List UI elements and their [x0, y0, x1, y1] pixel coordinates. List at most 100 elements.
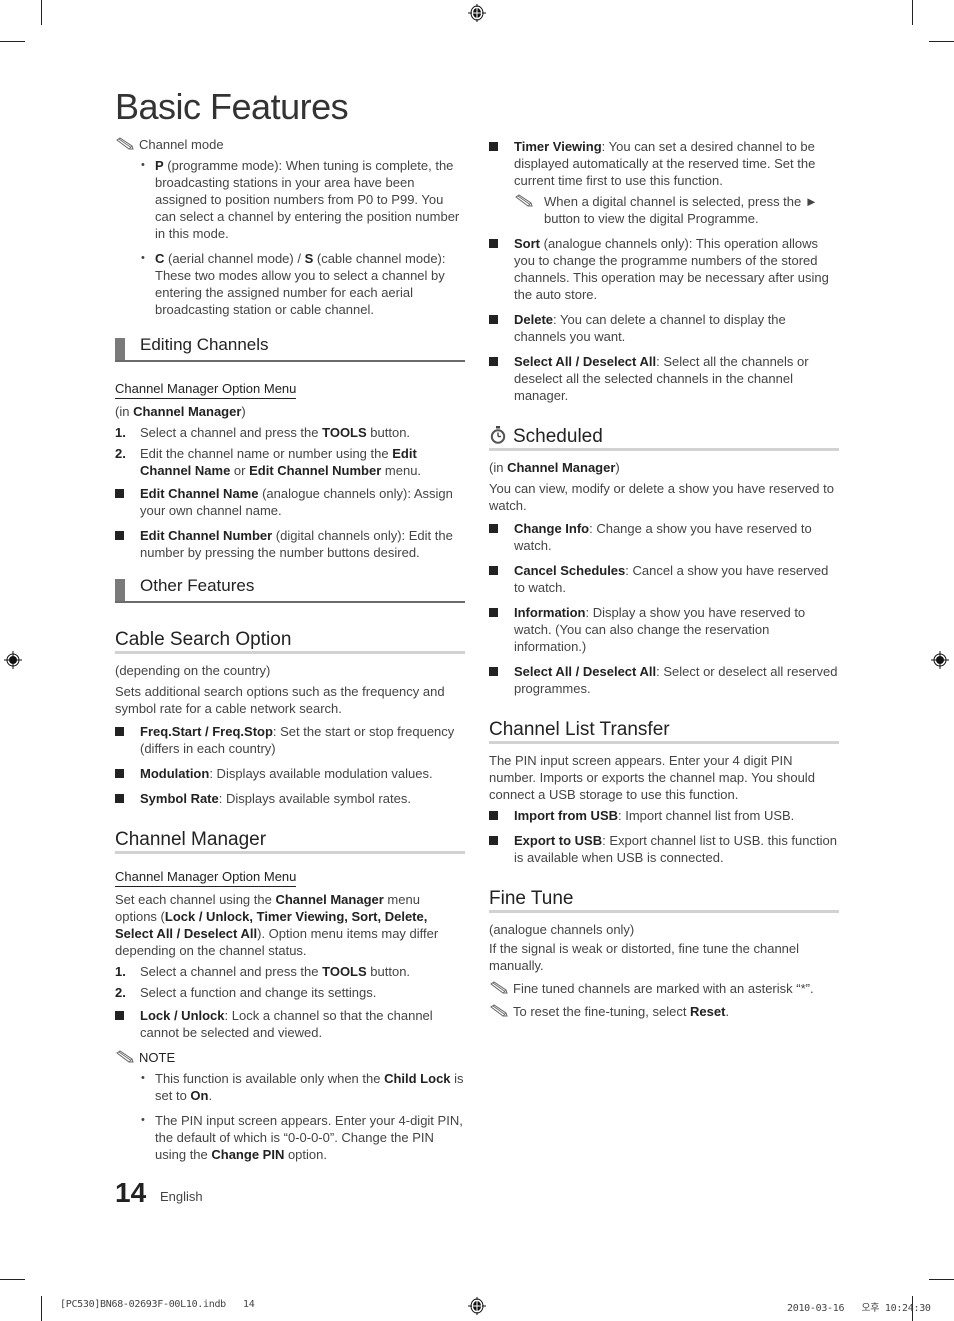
- pencil-note-icon: [515, 194, 533, 207]
- list-item: Information: Display a show you have res…: [489, 604, 839, 655]
- square-bullet-icon: [489, 142, 498, 151]
- note-list: • This function is available only when t…: [115, 1070, 465, 1163]
- pencil-note-icon: [490, 1004, 508, 1017]
- print-slug-timestamp: 2010-03-16 오후 10:24:30: [787, 1303, 931, 1314]
- square-bullet-icon: [115, 489, 124, 498]
- registration-mark-icon: [931, 651, 949, 669]
- bullet-dot: •: [141, 159, 145, 171]
- list-item: Symbol Rate: Displays available symbol r…: [115, 790, 465, 807]
- bullet-dot: •: [141, 1072, 145, 1084]
- square-bullet-icon: [115, 727, 124, 736]
- description-text: Sets additional search options such as t…: [115, 684, 445, 716]
- square-bullet-icon: [489, 524, 498, 533]
- step-number: 1.: [115, 964, 126, 979]
- crop-mark: [0, 1279, 25, 1280]
- other-features-heading: Other Features: [115, 577, 465, 603]
- heading-label: Other Features: [140, 576, 255, 595]
- square-bullet-icon: [115, 531, 124, 540]
- option-menu-subheading: Channel Manager Option Menu: [115, 868, 297, 887]
- list-item: Timer Viewing: You can set a desired cha…: [489, 138, 839, 227]
- context-text: (in Channel Manager): [489, 460, 620, 475]
- clock-icon: [490, 426, 506, 444]
- heading-label: Editing Channels: [140, 335, 269, 354]
- description-text: The PIN input screen appears. Enter your…: [489, 753, 815, 802]
- channel-list-transfer-options: Import from USB: Import channel list fro…: [489, 807, 839, 866]
- mode-key: C: [155, 251, 165, 266]
- step-item: 1. Select a channel and press the TOOLS …: [115, 964, 411, 979]
- crop-mark: [41, 1296, 42, 1321]
- cable-search-heading: Cable Search Option: [115, 630, 465, 654]
- scheduled-options: Change Info: Change a show you have rese…: [489, 520, 839, 697]
- channel-mode-list: • P (programme mode): When tuning is com…: [115, 157, 465, 318]
- list-item: Edit Channel Name (analogue channels onl…: [115, 485, 465, 519]
- pencil-note-icon: [116, 1050, 134, 1063]
- channel-list-transfer-heading: Channel List Transfer: [489, 720, 839, 744]
- list-item: • P (programme mode): When tuning is com…: [115, 157, 465, 242]
- channel-manager-options: Lock / Unlock: Lock a channel so that th…: [115, 1007, 465, 1041]
- channel-manager-steps: 1. Select a channel and press the TOOLS …: [115, 963, 465, 1001]
- registration-mark-icon: [468, 1297, 486, 1315]
- registration-mark-icon: [4, 651, 22, 669]
- editing-steps: 1. Select a channel and press the TOOLS …: [115, 424, 465, 479]
- print-slug-file: [PC530]BN68-02693F-00L10.indb 14: [60, 1299, 255, 1310]
- list-item: Delete: You can delete a channel to disp…: [489, 311, 839, 345]
- list-item: Export to USB: Export channel list to US…: [489, 832, 839, 866]
- list-item: Modulation: Displays available modulatio…: [115, 765, 465, 782]
- description-text: Set each channel using the Channel Manag…: [115, 892, 439, 958]
- crop-mark: [0, 41, 25, 42]
- square-bullet-icon: [115, 1011, 124, 1020]
- channel-manager-options-cont: Timer Viewing: You can set a desired cha…: [489, 138, 839, 404]
- crop-mark: [912, 0, 913, 25]
- right-column: Timer Viewing: You can set a desired cha…: [489, 136, 839, 1024]
- list-item: Freq.Start / Freq.Stop: Set the start or…: [115, 723, 465, 757]
- square-bullet-icon: [489, 315, 498, 324]
- channel-mode-label: Channel mode: [139, 137, 224, 152]
- editing-channels-heading: Editing Channels: [115, 336, 465, 362]
- square-bullet-icon: [115, 794, 124, 803]
- option-menu-subheading: Channel Manager Option Menu: [115, 380, 297, 399]
- scheduled-heading: Scheduled: [489, 426, 839, 451]
- bullet-dot: •: [141, 252, 145, 264]
- list-item: Cancel Schedules: Cancel a show you have…: [489, 562, 839, 596]
- square-bullet-icon: [489, 357, 498, 366]
- condition-text: (depending on the country): [115, 663, 271, 678]
- cable-search-options: Freq.Start / Freq.Stop: Set the start or…: [115, 723, 465, 807]
- square-bullet-icon: [489, 566, 498, 575]
- left-column: Channel mode • P (programme mode): When …: [115, 136, 465, 1171]
- editing-options: Edit Channel Name (analogue channels onl…: [115, 485, 465, 561]
- heading-bar: [115, 338, 125, 360]
- page-language: English: [160, 1189, 203, 1204]
- fine-tune-note: Fine tuned channels are marked with an a…: [489, 980, 839, 997]
- step-number: 2.: [115, 985, 126, 1000]
- list-item: Select All / Deselect All: Select or des…: [489, 663, 839, 697]
- mode-description: (programme mode): When tuning is complet…: [155, 158, 460, 241]
- list-item: Change Info: Change a show you have rese…: [489, 520, 839, 554]
- square-bullet-icon: [489, 608, 498, 617]
- list-item: • This function is available only when t…: [141, 1071, 464, 1103]
- list-item: Import from USB: Import channel list fro…: [489, 807, 839, 824]
- pencil-note-icon: [116, 137, 134, 150]
- crop-mark: [929, 1279, 954, 1280]
- step-number: 2.: [115, 446, 126, 461]
- channel-manager-heading: Channel Manager: [115, 830, 465, 854]
- registration-mark-icon: [468, 4, 486, 22]
- list-item: • C (aerial channel mode) / S (cable cha…: [115, 250, 465, 318]
- crop-mark: [929, 41, 954, 42]
- fine-tune-heading: Fine Tune: [489, 889, 839, 913]
- note-label: NOTE: [139, 1050, 176, 1065]
- square-bullet-icon: [489, 239, 498, 248]
- context-text: (in Channel Manager): [115, 404, 246, 419]
- mode-key: S: [304, 251, 314, 266]
- sub-note: When a digital channel is selected, pres…: [514, 193, 839, 227]
- mode-key: P: [155, 158, 164, 173]
- page-title: Basic Features: [115, 86, 349, 127]
- description-text: If the signal is weak or distorted, fine…: [489, 941, 800, 973]
- list-item: • The PIN input screen appears. Enter yo…: [141, 1113, 463, 1162]
- condition-text: (analogue channels only): [489, 922, 635, 937]
- mode-description: (aerial channel mode) /: [164, 251, 305, 266]
- pencil-note-icon: [490, 981, 508, 994]
- description-text: You can view, modify or delete a show yo…: [489, 481, 834, 513]
- square-bullet-icon: [489, 667, 498, 676]
- bullet-dot: •: [141, 1114, 145, 1126]
- channel-mode-note: Channel mode: [115, 136, 465, 153]
